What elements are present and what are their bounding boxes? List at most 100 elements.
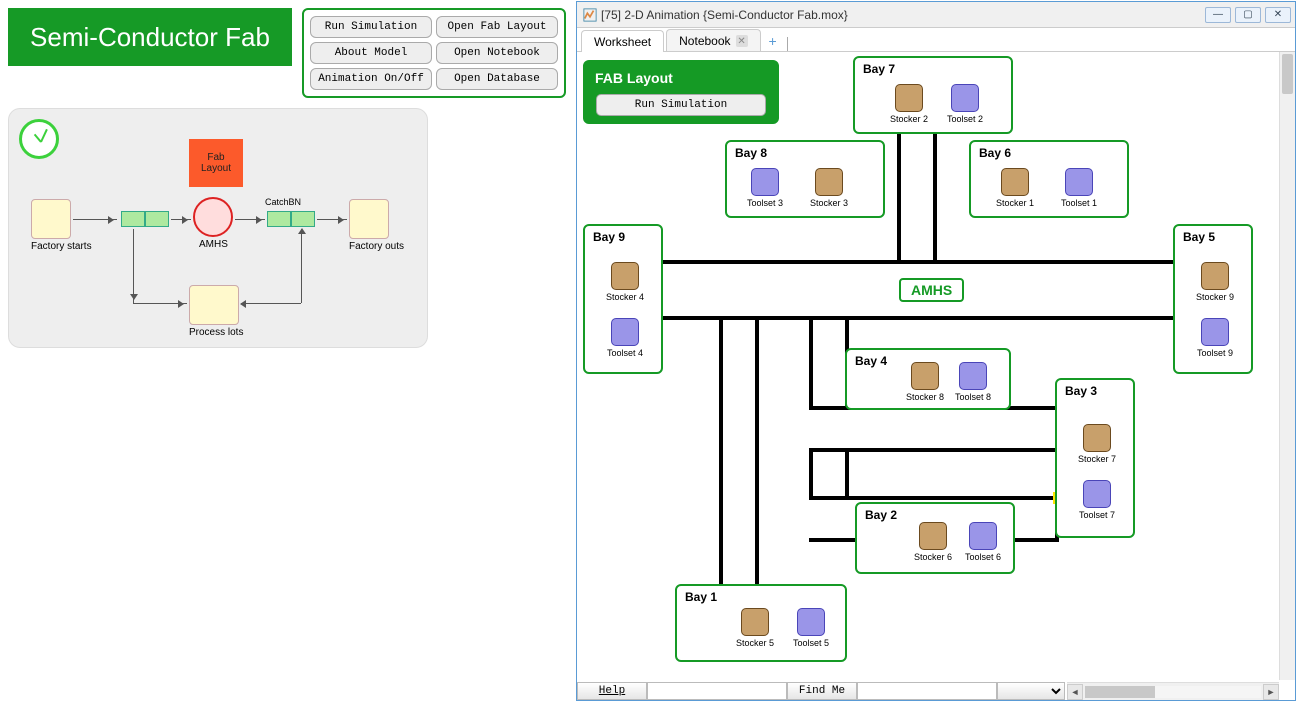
scroll-track[interactable] [1085, 686, 1261, 698]
fab-layout-node[interactable]: Fab Layout [189, 139, 243, 187]
help-link[interactable]: Help [577, 682, 647, 700]
status-bar: Help Find Me [577, 682, 1067, 700]
toolset-icon[interactable] [951, 84, 979, 112]
stocker-label: Stocker 7 [1072, 454, 1122, 464]
toolset-icon[interactable] [1083, 480, 1111, 508]
toolset-label: Toolset 3 [740, 198, 790, 208]
stocker-label: Stocker 5 [730, 638, 780, 648]
bay-4-title: Bay 4 [855, 354, 887, 368]
process-lots-node[interactable]: Process lots [189, 285, 243, 338]
close-button[interactable]: ✕ [1265, 7, 1291, 23]
horizontal-scrollbar[interactable]: ◄ ► [1067, 682, 1279, 700]
catchbn-label: CatchBN [265, 197, 301, 207]
bay-7[interactable]: Bay 7 Stocker 2 Toolset 2 [853, 56, 1013, 134]
bay-5-title: Bay 5 [1183, 230, 1215, 244]
bay-4[interactable]: Bay 4 Stocker 8 Toolset 8 [845, 348, 1011, 410]
bay-3[interactable]: Bay 3 Stocker 7 Toolset 7 [1055, 378, 1135, 538]
arrow [133, 229, 134, 303]
animation-window: [75] 2-D Animation {Semi-Conductor Fab.m… [576, 1, 1296, 701]
bay-5[interactable]: Bay 5 Stocker 9 Toolset 9 [1173, 224, 1253, 374]
stocker-label: Stocker 2 [884, 114, 934, 124]
toolset-icon[interactable] [1065, 168, 1093, 196]
bay-2[interactable]: Bay 2 Stocker 6 Toolset 6 [855, 502, 1015, 574]
control-button-panel: Run Simulation Open Fab Layout About Mod… [302, 8, 566, 98]
bay-7-title: Bay 7 [863, 62, 895, 76]
arrow [235, 219, 265, 220]
status-input-2[interactable] [857, 682, 997, 700]
arrow [171, 219, 191, 220]
stocker-icon[interactable] [611, 262, 639, 290]
toolset-label: Toolset 2 [940, 114, 990, 124]
router-left[interactable] [121, 211, 145, 227]
scroll-right-button[interactable]: ► [1263, 684, 1279, 700]
toolset-icon[interactable] [797, 608, 825, 636]
factory-starts-node[interactable]: Factory starts [31, 199, 92, 252]
stocker-icon[interactable] [895, 84, 923, 112]
scroll-thumb[interactable] [1282, 54, 1293, 94]
router-left-2[interactable] [145, 211, 169, 227]
scroll-left-button[interactable]: ◄ [1067, 684, 1083, 700]
stocker-icon[interactable] [1083, 424, 1111, 452]
animation-toggle-button[interactable]: Animation On/Off [310, 68, 432, 90]
app-title-banner: Semi-Conductor Fab [8, 8, 292, 66]
stocker-icon[interactable] [741, 608, 769, 636]
toolset-label: Toolset 1 [1054, 198, 1104, 208]
stocker-icon[interactable] [911, 362, 939, 390]
toolset-icon[interactable] [969, 522, 997, 550]
bay-6[interactable]: Bay 6 Stocker 1 Toolset 1 [969, 140, 1129, 218]
vertical-scrollbar[interactable] [1279, 52, 1295, 680]
tab-notebook[interactable]: Notebook ✕ [666, 29, 760, 51]
amhs-node[interactable] [193, 197, 233, 237]
toolset-icon[interactable] [959, 362, 987, 390]
amhs-label: AMHS [199, 239, 228, 250]
about-model-button[interactable]: About Model [310, 42, 432, 64]
toolset-label: Toolset 6 [958, 552, 1008, 562]
router-right-2[interactable] [291, 211, 315, 227]
worksheet-canvas[interactable]: FAB Layout Run Simulation AMHS Bay 7 Sto… [577, 52, 1279, 680]
stocker-label: Stocker 8 [900, 392, 950, 402]
stocker-label: Stocker 3 [804, 198, 854, 208]
toolset-icon[interactable] [1201, 318, 1229, 346]
arrow [317, 219, 347, 220]
fab-layout-label: Fab Layout [201, 152, 231, 174]
stocker-icon[interactable] [919, 522, 947, 550]
process-lots-label: Process lots [189, 327, 243, 338]
open-notebook-button[interactable]: Open Notebook [436, 42, 558, 64]
add-tab-button[interactable]: + [763, 31, 783, 51]
factory-starts-label: Factory starts [31, 241, 92, 252]
app-title: Semi-Conductor Fab [30, 22, 270, 53]
amhs-track [809, 406, 1059, 452]
stocker-icon[interactable] [1201, 262, 1229, 290]
status-dropdown[interactable] [997, 682, 1065, 700]
minimize-button[interactable]: — [1205, 7, 1231, 23]
open-database-button[interactable]: Open Database [436, 68, 558, 90]
find-me-button[interactable]: Find Me [787, 682, 857, 700]
fab-run-simulation-button[interactable]: Run Simulation [596, 94, 766, 116]
stocker-icon[interactable] [815, 168, 843, 196]
amhs-track-label: AMHS [899, 278, 964, 302]
close-icon[interactable]: ✕ [736, 35, 748, 47]
scroll-thumb[interactable] [1085, 686, 1155, 698]
tab-worksheet[interactable]: Worksheet [581, 30, 664, 52]
factory-outs-label: Factory outs [349, 241, 404, 252]
status-input-1[interactable] [647, 682, 787, 700]
toolset-icon[interactable] [751, 168, 779, 196]
tab-notebook-label: Notebook [679, 34, 730, 48]
open-fab-layout-button[interactable]: Open Fab Layout [436, 16, 558, 38]
stocker-icon[interactable] [1001, 168, 1029, 196]
bay-1[interactable]: Bay 1 Stocker 5 Toolset 5 [675, 584, 847, 662]
fab-layout-panel: FAB Layout Run Simulation [583, 60, 779, 124]
model-diagram-canvas[interactable]: Fab Layout Factory starts AMHS CatchBN F… [8, 108, 428, 348]
maximize-button[interactable]: ▢ [1235, 7, 1261, 23]
stocker-label: Stocker 6 [908, 552, 958, 562]
bay-8[interactable]: Bay 8 Toolset 3 Stocker 3 [725, 140, 885, 218]
toolset-label: Toolset 4 [600, 348, 650, 358]
router-right[interactable] [267, 211, 291, 227]
toolset-icon[interactable] [611, 318, 639, 346]
run-simulation-button[interactable]: Run Simulation [310, 16, 432, 38]
window-titlebar[interactable]: [75] 2-D Animation {Semi-Conductor Fab.m… [577, 2, 1295, 28]
factory-outs-node[interactable]: Factory outs [349, 199, 404, 252]
arrow [133, 303, 187, 304]
tab-bar: Worksheet Notebook ✕ + [577, 28, 1295, 52]
bay-9[interactable]: Bay 9 Stocker 4 Toolset 4 [583, 224, 663, 374]
